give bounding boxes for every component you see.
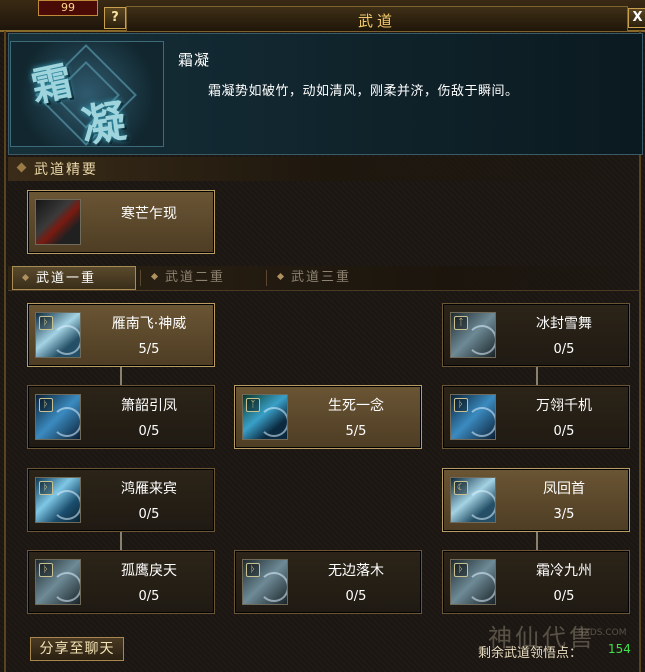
diamond-bullet-icon xyxy=(150,272,159,281)
skill-card-wubian[interactable]: ᚦ 无边落木 0/5 xyxy=(234,550,422,614)
tab-label: 武道二重 xyxy=(165,270,226,285)
tree-connector xyxy=(536,367,538,385)
remaining-points-label: 剩余武道领悟点： xyxy=(478,646,583,661)
leaf-icon: ᚦ xyxy=(242,559,288,605)
skill-card-name: 万翎千机 xyxy=(536,398,592,414)
skill-card-level: 0/5 xyxy=(138,507,160,522)
skill-card-name: 霜冷九州 xyxy=(536,563,592,579)
skill-card-name: 孤鹰戾天 xyxy=(121,563,177,579)
tab-tier-1[interactable]: 武道一重 xyxy=(12,266,136,290)
tab-divider xyxy=(140,270,141,286)
phoenix-icon: ᚦ xyxy=(35,394,81,440)
skill-card-name: 生死一念 xyxy=(328,398,384,414)
watermark-sub: SXDS.COM xyxy=(578,628,627,638)
essence-section-title: 武道精要 xyxy=(34,162,98,178)
tree-connector xyxy=(536,532,538,550)
ice-icon: ᚦ xyxy=(450,559,496,605)
skill-card-level: 0/5 xyxy=(138,424,160,439)
wudao-window: 99 ? 武道 X 霜 凝 霜凝 霜凝势如破竹，动如清风，刚柔并济，伤敌于瞬间。… xyxy=(0,0,645,672)
skill-card-guying[interactable]: ᚦ 孤鹰戾天 0/5 xyxy=(27,550,215,614)
close-button[interactable]: X xyxy=(628,8,645,28)
skill-card-bingfeng[interactable]: ᛏ 冰封雪舞 0/5 xyxy=(442,303,630,367)
title-bar: 武道 xyxy=(126,6,628,32)
wind-strike-icon: ᚦ xyxy=(35,312,81,358)
diamond-bullet-icon xyxy=(276,272,285,281)
essence-name: 寒芒乍现 xyxy=(121,206,177,222)
skill-card-level: 0/5 xyxy=(138,589,160,604)
help-button[interactable]: ? xyxy=(104,7,126,29)
skill-card-fenghuishou[interactable]: ☾ 凤回首 3/5 xyxy=(442,468,630,532)
essence-card[interactable]: 寒芒乍现 xyxy=(27,190,215,254)
skill-card-name: 箫韶引凤 xyxy=(121,398,177,414)
essence-section-header: 武道精要 xyxy=(8,157,641,181)
skill-card-level: 0/5 xyxy=(345,589,367,604)
tab-tier-3[interactable]: 武道三重 xyxy=(268,266,392,290)
emblem-glyph-2: 凝 xyxy=(78,96,129,147)
skill-card-level: 0/5 xyxy=(553,342,575,357)
eagle-icon: ᚦ xyxy=(35,559,81,605)
skill-card-level: 5/5 xyxy=(345,424,367,439)
skill-card-level: 0/5 xyxy=(553,589,575,604)
frost-icon: ᛏ xyxy=(450,312,496,358)
spirit-icon: ᛉ xyxy=(242,394,288,440)
tree-connector xyxy=(120,367,122,385)
tab-label: 武道三重 xyxy=(291,270,352,285)
tab-tier-2[interactable]: 武道二重 xyxy=(142,266,266,290)
blade-icon xyxy=(35,199,81,245)
swan-icon: ᚦ xyxy=(35,477,81,523)
skill-card-name: 雁南飞·神威 xyxy=(111,316,187,332)
skill-card-wanling[interactable]: ᚦ 万翎千机 0/5 xyxy=(442,385,630,449)
tab-divider xyxy=(266,270,267,286)
feather-icon: ᚦ xyxy=(450,394,496,440)
diamond-bullet-icon xyxy=(21,273,30,282)
diamond-bullet-icon xyxy=(16,162,27,173)
tab-label: 武道一重 xyxy=(36,271,97,286)
skill-card-name: 冰封雪舞 xyxy=(536,316,592,332)
moon-icon: ☾ xyxy=(450,477,496,523)
remaining-points-value: 154 xyxy=(608,642,631,656)
share-to-chat-button[interactable]: 分享至聊天 xyxy=(30,637,124,661)
window-title: 武道 xyxy=(357,12,396,30)
skill-emblem: 霜 凝 xyxy=(10,41,164,147)
tree-connector xyxy=(120,532,122,550)
skill-card-level: 5/5 xyxy=(138,342,160,357)
skill-card-xiaoshao[interactable]: ᚦ 箫韶引凤 0/5 xyxy=(27,385,215,449)
skill-description: 霜凝势如破竹，动如清风，刚柔并济，伤敌于瞬间。 xyxy=(208,84,519,99)
skill-name: 霜凝 xyxy=(178,51,211,69)
skill-card-shengsi[interactable]: ᛉ 生死一念 5/5 xyxy=(234,385,422,449)
skill-card-level: 0/5 xyxy=(553,424,575,439)
skill-card-name: 无边落木 xyxy=(328,563,384,579)
skill-card-yannanfei[interactable]: ᚦ 雁南飞·神威 5/5 xyxy=(27,303,215,367)
skill-card-level: 3/5 xyxy=(553,507,575,522)
skill-card-name: 鸿雁来宾 xyxy=(121,481,177,497)
skill-card-name: 凤回首 xyxy=(543,481,585,497)
hp-indicator: 99 xyxy=(38,0,98,16)
skill-card-shuangleng[interactable]: ᚦ 霜冷九州 0/5 xyxy=(442,550,630,614)
skill-card-hongyan[interactable]: ᚦ 鸿雁来宾 0/5 xyxy=(27,468,215,532)
